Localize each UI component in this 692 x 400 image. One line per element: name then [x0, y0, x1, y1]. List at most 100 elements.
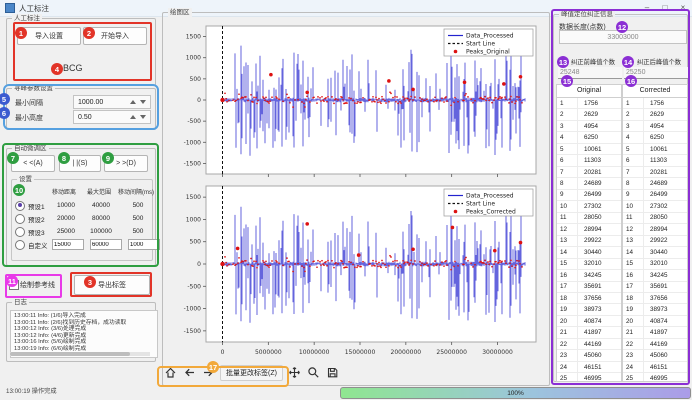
- group-auto-finetune-title: 自动微调区: [12, 144, 49, 153]
- table-row[interactable]: 2446151: [557, 362, 621, 373]
- corrected-peaks-table[interactable]: Corrected1175622629349544625051006161130…: [622, 84, 688, 382]
- spinner-arrows[interactable]: [130, 100, 146, 104]
- table-row[interactable]: 1532010: [557, 259, 621, 270]
- table-row[interactable]: 1027302: [623, 201, 687, 212]
- table-row[interactable]: 1634245: [623, 270, 687, 281]
- peak-value: 27302: [644, 203, 668, 210]
- table-row[interactable]: 824689: [623, 178, 687, 189]
- table-row[interactable]: 1329922: [557, 236, 621, 247]
- custom-value-input[interactable]: [90, 239, 122, 250]
- table-row[interactable]: 46250: [557, 132, 621, 143]
- home-icon[interactable]: [163, 366, 177, 380]
- chart-peaks-original[interactable]: 150010005000-500-1000-1500Data_Processed…: [166, 22, 544, 182]
- table-row[interactable]: 1938973: [557, 304, 621, 315]
- table-row[interactable]: 611303: [623, 155, 687, 166]
- original-peaks-table[interactable]: Original11756226293495446250510061611303…: [556, 84, 622, 382]
- batch-edit-labels-button[interactable]: 批量更改标签(Z): [220, 365, 283, 381]
- preset-radio[interactable]: [15, 201, 25, 211]
- table-row[interactable]: 510061: [623, 144, 687, 155]
- table-row[interactable]: 2546995: [557, 373, 621, 382]
- annotation-mark-7: 7: [7, 152, 19, 164]
- table-row[interactable]: 1228994: [557, 224, 621, 235]
- spin-up-icon[interactable]: [130, 100, 136, 104]
- table-row[interactable]: 1027302: [557, 201, 621, 212]
- table-row[interactable]: 11756: [623, 98, 687, 109]
- table-row[interactable]: 22629: [623, 109, 687, 120]
- log-horizontal-scrollbar[interactable]: [10, 352, 150, 356]
- peak-value: 4954: [644, 123, 664, 130]
- row-index: 12: [557, 224, 578, 234]
- zoom-icon[interactable]: [307, 366, 321, 380]
- spinner-arrows[interactable]: [130, 115, 146, 119]
- table-row[interactable]: 2546995: [623, 373, 687, 382]
- table-row[interactable]: 46250: [623, 132, 687, 143]
- row-index: 23: [557, 350, 578, 360]
- table-row[interactable]: 1837656: [557, 293, 621, 304]
- table-row[interactable]: 1430440: [623, 247, 687, 258]
- table-row[interactable]: 1532010: [623, 259, 687, 270]
- group-auto-finetune: 自动微调区 < <(A) | |(S) > >(D) 设置 移动距离 最大范围 …: [6, 148, 156, 266]
- table-row[interactable]: 824689: [557, 178, 621, 189]
- table-row[interactable]: 1430440: [557, 247, 621, 258]
- row-index: 2: [623, 109, 644, 119]
- spin-down-icon[interactable]: [140, 115, 146, 119]
- table-row[interactable]: 22629: [557, 109, 621, 120]
- preset-row-3: 预设325000100000500: [15, 225, 155, 238]
- table-row[interactable]: 2244169: [557, 339, 621, 350]
- min-interval-spinbox[interactable]: 1000.00: [73, 95, 151, 109]
- before-correction-count-label: 纠正前峰值个数: [571, 57, 615, 66]
- peak-value: 20281: [644, 169, 668, 176]
- group-peak-params: 寻峰参数设置 最小间隔 1000.00 最小高度 0.50: [6, 88, 156, 130]
- preset-radio[interactable]: [15, 227, 25, 237]
- table-row[interactable]: 926499: [557, 190, 621, 201]
- table-row[interactable]: 1128050: [623, 213, 687, 224]
- row-index: 19: [557, 304, 578, 314]
- min-height-spinbox[interactable]: 0.50: [73, 110, 151, 124]
- table-row[interactable]: 510061: [557, 144, 621, 155]
- spin-down-icon[interactable]: [140, 100, 146, 104]
- table-row[interactable]: 1837656: [623, 293, 687, 304]
- table-row[interactable]: 611303: [557, 155, 621, 166]
- table-row[interactable]: 2446151: [623, 362, 687, 373]
- row-index: 2: [557, 109, 578, 119]
- table-row[interactable]: 11756: [557, 98, 621, 109]
- custom-value-input[interactable]: [128, 239, 160, 250]
- scrollbar-thumb[interactable]: [10, 352, 130, 356]
- peak-value: 41897: [644, 329, 668, 336]
- table-row[interactable]: 2345060: [557, 350, 621, 361]
- table-row[interactable]: 2040874: [623, 316, 687, 327]
- table-row[interactable]: 720281: [623, 167, 687, 178]
- spin-up-icon[interactable]: [130, 115, 136, 119]
- min-interval-value: 1000.00: [78, 99, 103, 106]
- table-row[interactable]: 2040874: [557, 316, 621, 327]
- table-row[interactable]: 2244169: [623, 339, 687, 350]
- save-icon[interactable]: [326, 366, 340, 380]
- table-row[interactable]: 1735691: [623, 282, 687, 293]
- peak-value: 11303: [578, 157, 601, 164]
- table-row[interactable]: 1634245: [557, 270, 621, 281]
- back-icon[interactable]: [182, 366, 196, 380]
- row-index: 15: [623, 259, 644, 269]
- table-row[interactable]: 34954: [557, 121, 621, 132]
- chart-peaks-corrected[interactable]: 150010005000-500-1000-150005000000100000…: [166, 182, 544, 360]
- table-row[interactable]: 1735691: [557, 282, 621, 293]
- pan-icon[interactable]: [288, 366, 302, 380]
- preset-radio[interactable]: [15, 240, 25, 250]
- table-row[interactable]: 2345060: [623, 350, 687, 361]
- table-row[interactable]: 1329922: [623, 236, 687, 247]
- table-row[interactable]: 2141897: [557, 327, 621, 338]
- table-row[interactable]: 720281: [557, 167, 621, 178]
- table-row[interactable]: 1228994: [623, 224, 687, 235]
- table-row[interactable]: 1128050: [557, 213, 621, 224]
- preset-radio[interactable]: [15, 214, 25, 224]
- row-index: 15: [557, 259, 578, 269]
- table-row[interactable]: 34954: [623, 121, 687, 132]
- svg-text:1000: 1000: [186, 55, 201, 62]
- table-row[interactable]: 1938973: [623, 304, 687, 315]
- table-row[interactable]: 926499: [623, 190, 687, 201]
- table-row[interactable]: 2141897: [623, 327, 687, 338]
- import-settings-button[interactable]: 导入设置: [17, 27, 81, 45]
- log-output[interactable]: 13:00:11 Info: (1/6)导入完成13:00:11 Info: (…: [10, 310, 158, 358]
- row-index: 12: [623, 224, 644, 234]
- custom-value-input[interactable]: [52, 239, 84, 250]
